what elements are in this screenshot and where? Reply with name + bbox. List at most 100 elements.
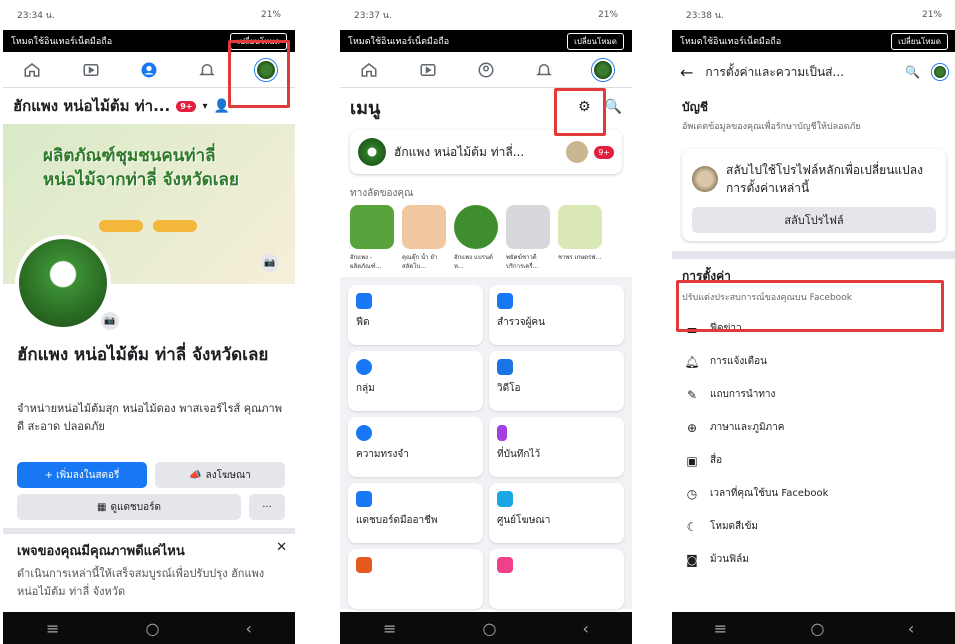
back-icon[interactable]: ‹ xyxy=(583,619,589,638)
megaphone-icon: 📣 xyxy=(189,469,202,481)
profile-card[interactable]: ฮักแพง หน่อไม้ต้ม ท่าลี่... 9+ xyxy=(350,130,622,174)
home-icon[interactable] xyxy=(21,59,43,81)
page-avatar-menu[interactable] xyxy=(591,58,614,81)
status-time: 23:37 น. xyxy=(354,11,392,21)
recent-apps-icon[interactable]: ≡ xyxy=(46,619,59,638)
settings-item-nav-bar[interactable]: ✎ แถบการนำทาง xyxy=(672,378,955,411)
gear-icon[interactable]: ⚙ xyxy=(578,99,591,115)
tile-pages[interactable] xyxy=(348,549,483,609)
status-bar: 23:34 น. 21% xyxy=(3,0,295,30)
recent-apps-icon[interactable]: ≡ xyxy=(383,619,396,638)
status-time: 23:34 น. xyxy=(17,11,55,21)
search-icon[interactable]: 🔍 xyxy=(905,65,920,79)
shortcut-label: ชาพร เกษตรฟ... xyxy=(558,254,602,261)
person-icon[interactable]: 👤 xyxy=(214,99,230,114)
switch-profile-avatar[interactable] xyxy=(566,141,589,163)
settings-item-news-feed[interactable]: ⚌ ฟีดข่าว xyxy=(672,312,955,345)
home-circle-icon[interactable]: ○ xyxy=(811,619,825,638)
main-profile-avatar xyxy=(692,166,718,192)
megaphone-icon xyxy=(497,491,513,507)
switch-profile-button[interactable]: สลับโปรไฟล์ xyxy=(692,207,936,233)
recent-apps-icon[interactable]: ≡ xyxy=(714,619,727,638)
shortcut-item[interactable]: ฮักแพง แบรนด์ ห... xyxy=(454,205,498,271)
settings-item-time-on-facebook[interactable]: ◷ เวลาที่คุณใช้บน Facebook xyxy=(672,477,955,510)
shortcut-item[interactable]: พยัคฆ์ชาวดี บริการเครื่... xyxy=(506,205,550,271)
back-icon[interactable]: ‹ xyxy=(908,619,914,638)
video-icon[interactable] xyxy=(80,59,102,81)
change-mode-button[interactable]: เปลี่ยนโหมด xyxy=(891,32,948,50)
home-circle-icon[interactable]: ○ xyxy=(146,619,160,638)
bell-icon[interactable] xyxy=(196,59,218,81)
bell-icon[interactable] xyxy=(533,59,555,81)
bell-icon: 🔔︎ xyxy=(684,354,700,369)
tile-explore-people[interactable]: สำรวจผู้คน xyxy=(489,285,624,345)
data-mode-label: โหมดใช้อินเทอร์เน็ตมือถือ xyxy=(348,37,450,47)
dashboard-button[interactable]: ▦ ดูแดชบอร์ด xyxy=(17,494,241,520)
add-story-button[interactable]: + เพิ่มลงในสตอรี่ xyxy=(17,462,147,488)
tile-label: สำรวจผู้คน xyxy=(497,317,545,328)
settings-item-camera-roll[interactable]: ◙ ม้วนฟิล์ม xyxy=(672,543,955,576)
pin-icon: ✎ xyxy=(686,387,698,402)
settings-item-notifications[interactable]: 🔔︎ การแจ้งเตือน xyxy=(672,345,955,378)
back-icon[interactable]: ‹ xyxy=(246,619,252,638)
page-avatar[interactable] xyxy=(932,64,948,80)
shortcut-item[interactable]: ฮักแพง - ผลิตภัณฑ์... xyxy=(350,205,394,271)
tile-feed[interactable]: ฟีด xyxy=(348,285,483,345)
page-avatar-menu[interactable] xyxy=(254,58,277,81)
dashboard-label: ดูแดชบอร์ด xyxy=(110,501,161,513)
home-icon[interactable] xyxy=(358,59,380,81)
search-icon[interactable]: 🔍 xyxy=(605,99,622,115)
tile-groups[interactable]: กลุ่ม xyxy=(348,351,483,411)
page-description: จำหน่ายหน่อไม้ต้มสุก หน่อไม้ดอง พาสเจอร์… xyxy=(17,402,282,433)
tile-events[interactable] xyxy=(489,549,624,609)
notification-badge[interactable]: 9+ xyxy=(176,100,197,112)
page-header-title: ฮักแพง หน่อไม้ต้ม ท่า... xyxy=(13,97,171,115)
change-mode-button[interactable]: เปลี่ยนโหมด xyxy=(567,32,624,50)
settings-item-label: ภาษาและภูมิภาค xyxy=(710,422,785,433)
clock-icon xyxy=(356,425,372,441)
phone-screen-page-profile: 23:34 น. 21% โหมดใช้อินเทอร์เน็ตมือถือ เ… xyxy=(3,0,295,644)
cover-text: ผลิตภัณฑ์ชุมชนคนท่าลี่ หน่อไม้จากท่าลี่ … xyxy=(43,144,239,192)
account-description: อัพเดตข้อมูลของคุณเพื่อรักษาบัญชีให้ปลอด… xyxy=(682,122,861,132)
tile-saved[interactable]: ที่บันทึกไว้ xyxy=(489,417,624,477)
page-profile-picture[interactable] xyxy=(15,235,111,331)
profile-camera-icon[interactable]: 📷 xyxy=(101,312,119,330)
shortcut-item[interactable]: คุณตุ๊ก น้ำ ยำสลัดโบ... xyxy=(402,205,446,271)
cover-camera-icon[interactable]: 📷 xyxy=(261,254,279,272)
change-mode-button[interactable]: เปลี่ยนโหมด xyxy=(230,32,287,50)
cover-pill xyxy=(153,220,197,232)
tile-video[interactable]: วิดีโอ xyxy=(489,351,624,411)
settings-item-media[interactable]: ▣ สื่อ xyxy=(672,444,955,477)
people-icon xyxy=(497,293,513,309)
chevron-down-icon[interactable]: ▾ xyxy=(202,101,207,112)
calendar-icon xyxy=(497,557,513,573)
profile-icon[interactable] xyxy=(475,59,497,81)
data-mode-bar: โหมดใช้อินเทอร์เน็ตมือถือ เปลี่ยนโหมด xyxy=(672,30,955,52)
menu-grid: ฟีด สำรวจผู้คน กลุ่ม วิดีโอ ความทรงจำ ที… xyxy=(340,277,632,609)
account-title: บัญชี xyxy=(682,100,708,114)
home-circle-icon[interactable]: ○ xyxy=(483,619,497,638)
tile-label: ฟีด xyxy=(356,317,370,328)
divider xyxy=(672,251,955,259)
video-icon[interactable] xyxy=(417,59,439,81)
advertise-button[interactable]: 📣 ลงโฆษณา xyxy=(155,462,285,488)
tile-ad-center[interactable]: ศูนย์โฆษณา xyxy=(489,483,624,543)
profile-icon[interactable] xyxy=(138,59,160,81)
settings-item-label: แถบการนำทาง xyxy=(710,389,776,400)
settings-item-label: เวลาที่คุณใช้บน Facebook xyxy=(710,488,829,499)
tile-pro-dashboard[interactable]: แดชบอร์ดมืออาชีพ xyxy=(348,483,483,543)
tile-label: แดชบอร์ดมืออาชีพ xyxy=(356,515,438,526)
settings-item-language[interactable]: ⊕ ภาษาและภูมิภาค xyxy=(672,411,955,444)
close-icon[interactable]: ✕ xyxy=(276,540,287,561)
shortcut-label: พยัคฆ์ชาวดี บริการเครื่... xyxy=(506,254,539,270)
android-nav-bar: ≡ ○ ‹ xyxy=(340,612,632,644)
more-button[interactable]: ··· xyxy=(249,494,285,520)
shortcut-label: คุณตุ๊ก น้ำ ยำสลัดโบ... xyxy=(402,254,438,270)
data-mode-label: โหมดใช้อินเทอร์เน็ตมือถือ xyxy=(11,37,113,47)
notification-badge[interactable]: 9+ xyxy=(594,145,614,159)
settings-item-dark-mode[interactable]: ☾ โหมดสีเข้ม xyxy=(672,510,955,543)
back-arrow-icon[interactable]: ← xyxy=(680,63,693,82)
tile-memories[interactable]: ความทรงจำ xyxy=(348,417,483,477)
switch-profile-text: สลับไปใช้โปรไฟล์หลักเพื่อเปลี่ยนแปลงการต… xyxy=(726,163,923,195)
shortcut-item[interactable]: ชาพร เกษตรฟ... xyxy=(558,205,602,271)
